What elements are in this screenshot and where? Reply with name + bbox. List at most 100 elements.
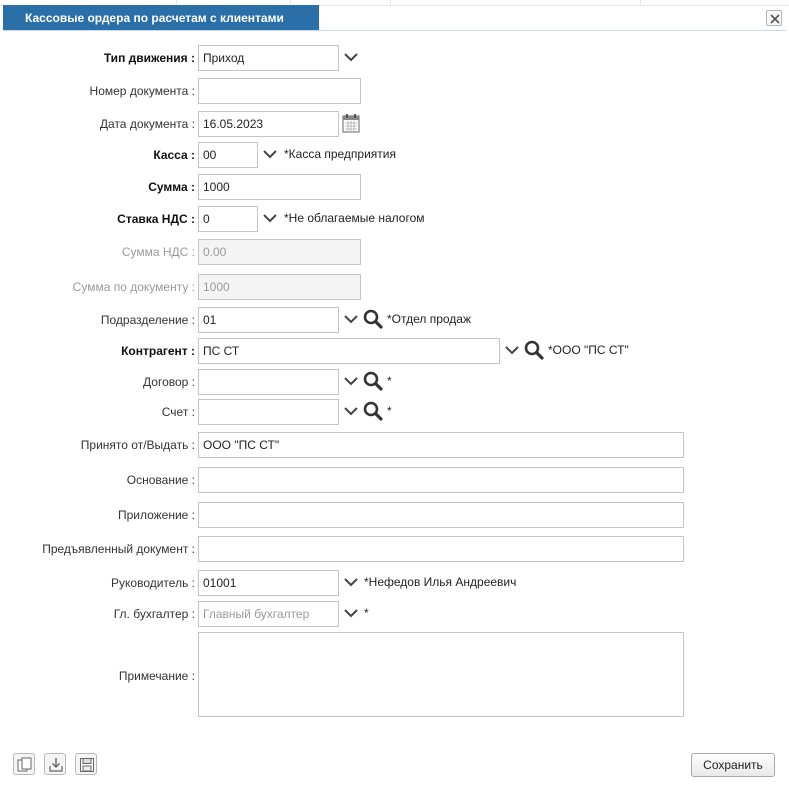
summa-label: Сумма : (148, 180, 195, 194)
close-button[interactable] (766, 10, 782, 26)
attachment-label: Приложение : (117, 508, 195, 522)
row-contract: Договор : * (0, 369, 789, 395)
account-search-button[interactable] (363, 401, 383, 421)
vat-sum-input: 0.00 (198, 239, 361, 265)
row-doc-sum: Сумма по документу : 1000 (0, 274, 789, 300)
remark-textarea[interactable] (198, 632, 684, 717)
chevron-down-icon (263, 214, 277, 223)
doc-date-input[interactable]: 16.05.2023 (198, 111, 339, 137)
calendar-icon (342, 114, 360, 133)
kassa-note: *Касса предприятия (284, 147, 396, 161)
attachment-input[interactable] (198, 502, 684, 528)
received-from-label: Принято от/Выдать : (80, 438, 195, 452)
row-manager: Руководитель : 01001 *Нефедов Илья Андре… (0, 570, 789, 596)
row-kassa: Касса : 00 *Касса предприятия (0, 142, 789, 168)
contract-search-button[interactable] (363, 371, 383, 391)
chief-accountant-label: Гл. бухгалтер : (113, 607, 195, 621)
counterparty-select[interactable]: ПС СТ (198, 338, 500, 364)
search-icon (363, 309, 383, 329)
kassa-dropdown[interactable] (259, 142, 281, 168)
vat-rate-select[interactable]: 0 (198, 206, 258, 232)
counterparty-dropdown[interactable] (501, 338, 523, 364)
row-basis: Основание : (0, 467, 789, 493)
row-received-from: Принято от/Выдать : ООО "ПС СТ" (0, 432, 789, 458)
contract-dropdown[interactable] (340, 369, 362, 395)
window-title: Кассовые ордера по расчетам с клиентами (3, 5, 319, 31)
chevron-down-icon (263, 150, 277, 159)
vat-rate-label: Ставка НДС : (117, 212, 195, 226)
vat-rate-dropdown[interactable] (259, 206, 281, 232)
received-from-input[interactable]: ООО "ПС СТ" (198, 432, 684, 458)
chief-accountant-dropdown[interactable] (340, 601, 362, 627)
contract-label: Договор : (143, 375, 195, 389)
chevron-down-icon (344, 315, 358, 324)
row-presented-doc: Предъявленный документ : (0, 536, 789, 562)
summa-input[interactable]: 1000 (198, 174, 361, 200)
row-movement-type: Тип движения : Приход (0, 45, 789, 71)
row-account: Счет : * (0, 399, 789, 425)
chevron-down-icon (344, 578, 358, 587)
manager-label: Руководитель : (111, 576, 195, 590)
vat-rate-note: *Не облагаемые налогом (284, 211, 425, 225)
save-disk-button[interactable] (75, 753, 97, 775)
chief-accountant-select[interactable]: Главный бухгалтер (198, 601, 339, 627)
account-select[interactable] (198, 399, 339, 425)
chevron-down-icon (344, 377, 358, 386)
kassa-label: Касса : (153, 148, 195, 162)
row-vat-rate: Ставка НДС : 0 *Не облагаемые налогом (0, 206, 789, 232)
contract-note: * (387, 374, 392, 388)
title-underline (3, 30, 786, 31)
department-label: Подразделение : (100, 313, 195, 327)
doc-number-input[interactable] (198, 78, 361, 104)
counterparty-note: *ООО "ПС СТ" (548, 343, 629, 357)
presented-doc-label: Предъявленный документ : (42, 542, 195, 556)
save-button[interactable]: Сохранить (691, 753, 775, 777)
search-icon (363, 371, 383, 391)
department-select[interactable]: 01 (198, 307, 339, 333)
row-department: Подразделение : 01 *Отдел продаж (0, 307, 789, 333)
close-icon (770, 14, 780, 24)
calendar-button[interactable] (342, 113, 360, 133)
manager-select[interactable]: 01001 (198, 570, 339, 596)
chief-accountant-note: * (364, 606, 369, 620)
copy-button[interactable] (13, 753, 35, 775)
counterparty-label: Контрагент : (121, 344, 195, 358)
grid-line (390, 0, 391, 6)
chevron-down-icon (505, 346, 519, 355)
chevron-down-icon (344, 407, 358, 416)
row-doc-number: Номер документа : (0, 78, 789, 104)
row-vat-sum: Сумма НДС : 0.00 (0, 239, 789, 265)
department-note: *Отдел продаж (387, 312, 471, 326)
remark-label: Примечание : (118, 669, 195, 683)
row-summa: Сумма : 1000 (0, 174, 789, 200)
manager-dropdown[interactable] (340, 570, 362, 596)
department-search-button[interactable] (363, 309, 383, 329)
basis-input[interactable] (198, 467, 684, 493)
movement-type-select[interactable]: Приход (198, 45, 339, 71)
chevron-down-icon (344, 53, 358, 62)
account-label: Счет : (161, 405, 195, 419)
contract-select[interactable] (198, 369, 339, 395)
download-icon (49, 758, 63, 772)
doc-date-label: Дата документа : (99, 117, 195, 131)
row-counterparty: Контрагент : ПС СТ *ООО "ПС СТ" (0, 338, 789, 364)
counterparty-search-button[interactable] (524, 340, 544, 360)
chevron-down-icon (344, 609, 358, 618)
account-note: * (387, 404, 392, 418)
search-icon (524, 340, 544, 360)
search-icon (363, 401, 383, 421)
row-doc-date: Дата документа : 16.05.2023 (0, 111, 789, 137)
manager-note: *Нефедов Илья Андреевич (364, 575, 517, 589)
department-dropdown[interactable] (340, 307, 362, 333)
movement-type-label: Тип движения : (103, 51, 195, 65)
kassa-select[interactable]: 00 (198, 142, 258, 168)
presented-doc-input[interactable] (198, 536, 684, 562)
row-attachment: Приложение : (0, 502, 789, 528)
grid-line (640, 0, 641, 6)
download-button[interactable] (44, 753, 66, 775)
movement-type-dropdown[interactable] (340, 45, 362, 71)
account-dropdown[interactable] (340, 399, 362, 425)
doc-sum-input: 1000 (198, 274, 361, 300)
doc-sum-label: Сумма по документу : (72, 280, 195, 294)
save-disk-icon (80, 758, 94, 772)
